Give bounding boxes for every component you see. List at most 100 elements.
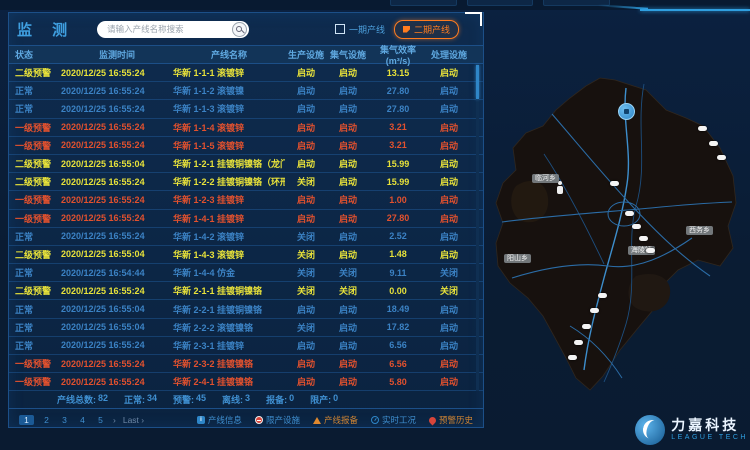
cell: 2020/12/25 16:55:04 [61,159,173,169]
cell: 17.82 [369,322,427,332]
table-body: 二级预警2020/12/25 16:55:24华新 1-1-1 滚镀锌启动启动1… [9,64,483,391]
table-row[interactable]: 一级预警2020/12/25 16:55:24华新 1-1-4 滚镀锌启动启动3… [9,119,483,137]
cell: 2020/12/25 16:55:24 [61,359,173,369]
table-row[interactable]: 正常2020/12/25 16:55:04华新 2-2-1 挂镀铜镍铬启动启动1… [9,300,483,318]
page-button[interactable]: 1 [19,415,34,425]
legend-item[interactable]: 产线信息 [197,414,242,426]
table-row[interactable]: 二级预警2020/12/25 16:55:24华新 1-2-2 挂镀铜镍铬（环形… [9,173,483,191]
top-decor-panels [390,0,610,6]
cell: 15.99 [369,159,427,169]
map-facility-marker[interactable] [632,224,641,229]
map-facility-marker[interactable] [598,293,607,298]
logo-icon [635,415,665,445]
cell: 27.80 [369,86,427,96]
map-region-label[interactable]: 阳山乡 [504,254,531,263]
map-facility-marker[interactable] [639,236,648,241]
summary-item: 产线总数:82 [57,393,108,406]
phase2-button[interactable]: 二期产线 [394,20,459,39]
table-row[interactable]: 一级预警2020/12/25 16:55:24华新 1-1-5 滚镀锌启动启动3… [9,137,483,155]
map-facility-marker[interactable] [709,141,718,146]
summary-label: 正常: [124,393,145,406]
cell: 一级预警 [15,375,61,388]
table-row[interactable]: 一级预警2020/12/25 16:55:24华新 2-3-2 挂镀镍铬启动启动… [9,355,483,373]
cell: 一级预警 [15,121,61,134]
cell: 2020/12/25 16:54:44 [61,268,173,278]
map-facility-marker[interactable] [590,308,599,313]
table-row[interactable]: 正常2020/12/25 16:55:24华新 2-3-1 挂镀锌启动启动6.5… [9,337,483,355]
map-facility-marker[interactable] [646,248,655,253]
map-facility-marker[interactable] [717,155,726,160]
search-input[interactable] [105,23,232,35]
phase1-toggle[interactable]: 一期产线 [335,23,385,36]
legend-item[interactable]: 预警历史 [429,414,473,426]
cell: 2020/12/25 16:55:24 [61,286,173,296]
table-row[interactable]: 二级预警2020/12/25 16:55:24华新 1-1-1 滚镀锌启动启动1… [9,64,483,82]
table-row[interactable]: 正常2020/12/25 16:54:44华新 1-4-4 仿金关闭关闭9.11… [9,264,483,282]
legend-item[interactable]: 产线报备 [313,414,358,426]
page-button[interactable]: 4 [77,415,88,425]
table-row[interactable]: 二级预警2020/12/25 16:55:24华新 2-1-1 挂镀铜镍铬关闭关… [9,282,483,300]
cell: 启动 [327,139,369,152]
phase1-label: 一期产线 [349,23,385,36]
map-facility-marker[interactable] [574,340,583,345]
cell: 1.00 [369,195,427,205]
map-region-label[interactable]: 西务乡 [686,226,713,235]
map-poi-marker[interactable] [618,103,635,120]
cell: 华新 1-1-5 滚镀锌 [173,139,285,152]
cell: 2020/12/25 16:55:24 [61,68,173,78]
cell: 华新 1-4-1 挂镀锌 [173,212,285,225]
cell: 关闭 [285,266,327,279]
cell: 启动 [285,193,327,206]
last-page-button[interactable]: Last › [123,415,144,425]
cell: 启动 [327,193,369,206]
cell: 华新 1-1-3 滚镀锌 [173,102,285,115]
map-facility-marker[interactable] [698,126,707,131]
cell: 3.21 [369,122,427,132]
pagination: 12345 › Last › [19,415,144,425]
cell: 华新 1-1-4 滚镀锌 [173,121,285,134]
cell: 1.48 [369,249,427,259]
cell: 启动 [327,357,369,370]
summary-value: 0 [289,393,294,406]
legend-item[interactable]: 实时工况 [371,414,416,426]
cell: 2020/12/25 16:55:24 [61,231,173,241]
table-row[interactable]: 正常2020/12/25 16:55:24华新 1-1-2 滚镀镍启动启动27.… [9,82,483,100]
legend-label: 产线信息 [208,414,242,426]
table-row[interactable]: 正常2020/12/25 16:55:04华新 2-2-2 滚镀镍铬关闭启动17… [9,319,483,337]
map-facility-marker[interactable] [610,181,619,186]
page-button[interactable]: 2 [41,415,52,425]
map-facility-marker[interactable] [625,211,634,216]
map-facility-marker[interactable] [582,324,591,329]
page-button[interactable]: 3 [59,415,70,425]
cell: 启动 [285,66,327,79]
table-row[interactable]: 二级预警2020/12/25 16:55:04华新 1-4-3 滚镀锌关闭启动1… [9,246,483,264]
search-icon[interactable] [232,22,247,37]
cell: 华新 2-2-2 滚镀镍铬 [173,321,285,334]
cell: 启动 [427,175,471,188]
cell: 华新 1-4-2 滚镀锌 [173,230,285,243]
page-button[interactable]: 5 [95,415,106,425]
scrollbar[interactable] [476,65,479,391]
scrollbar-thumb[interactable] [476,65,479,99]
cell: 关闭 [285,175,327,188]
map-region-label[interactable]: 临河乡 [532,174,559,183]
cell: 二级预警 [15,175,61,188]
summary-label: 报备: [266,393,287,406]
cell: 启动 [427,157,471,170]
cell: 正常 [15,102,61,115]
summary-item: 报备:0 [266,393,294,406]
table-row[interactable]: 正常2020/12/25 16:55:24华新 1-1-3 滚镀锌启动启动27.… [9,100,483,118]
cell: 启动 [427,303,471,316]
table-row[interactable]: 一级预警2020/12/25 16:55:24华新 1-2-3 挂镀锌启动启动1… [9,191,483,209]
cell: 2020/12/25 16:55:04 [61,304,173,314]
map-facility-marker[interactable] [568,355,577,360]
table-row[interactable]: 正常2020/12/25 16:55:24华新 1-4-2 滚镀锌关闭启动2.5… [9,228,483,246]
summary-value: 82 [98,393,108,406]
table-row[interactable]: 一级预警2020/12/25 16:55:24华新 1-4-1 挂镀锌启动启动2… [9,210,483,228]
checkbox-icon[interactable] [335,24,345,34]
next-page-button[interactable]: › [113,415,116,425]
table-row[interactable]: 一级预警2020/12/25 16:55:24华新 2-4-1 挂镀镍铬启动启动… [9,373,483,391]
table-row[interactable]: 二级预警2020/12/25 16:55:04华新 1-2-1 挂镀铜镍铬（龙门… [9,155,483,173]
legend-item[interactable]: 限产设施 [255,414,300,426]
gauge-icon [371,416,379,424]
